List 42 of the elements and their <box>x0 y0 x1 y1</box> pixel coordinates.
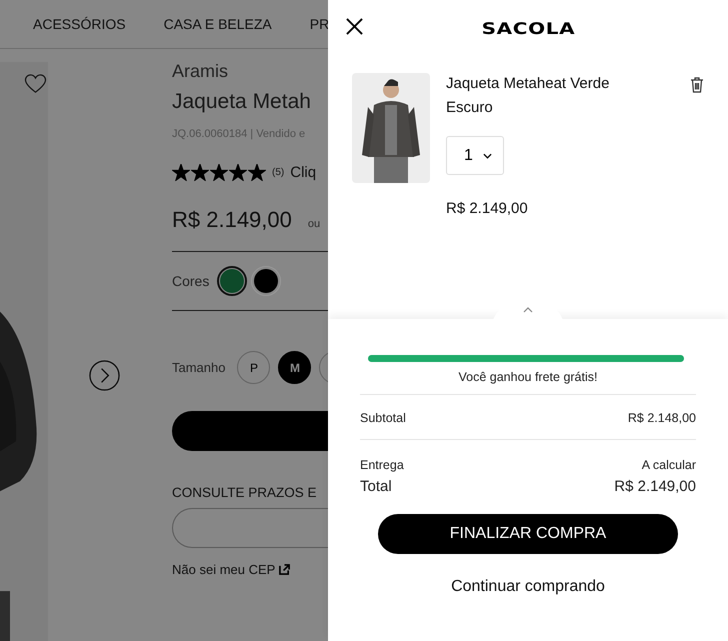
next-arrow-button[interactable] <box>89 360 120 391</box>
summary-label: Subtotal <box>360 411 406 425</box>
summary-label: Entrega <box>360 458 404 472</box>
caret-icon <box>482 152 492 158</box>
cep-link[interactable]: Não sei meu CEP <box>172 562 276 577</box>
size-option[interactable]: P <box>237 351 270 384</box>
quantity-select[interactable]: 1 <box>446 136 504 175</box>
color-swatch[interactable] <box>217 266 248 296</box>
external-link-icon <box>279 564 290 575</box>
product-title: Jaqueta Metah <box>172 90 312 114</box>
star-icon <box>172 164 190 181</box>
size-label: Tamanho <box>172 360 226 375</box>
checkout-button[interactable]: FINALIZAR COMPRA <box>378 514 678 554</box>
shipping-message: Você ganhou frete grátis! <box>458 370 598 384</box>
shipping-heading: CONSULTE PRAZOS E <box>172 485 318 500</box>
product-price: R$ 2.149,00 <box>172 207 292 233</box>
star-icon <box>229 164 247 181</box>
star-icon <box>191 164 209 181</box>
heart-icon[interactable] <box>24 74 47 94</box>
close-icon[interactable] <box>346 18 363 35</box>
bag-title: SACOLA <box>481 18 575 38</box>
trash-icon[interactable] <box>690 77 704 93</box>
brand-name: Aramis <box>172 61 230 82</box>
color-swatch[interactable] <box>251 266 282 296</box>
size-option[interactable]: M <box>278 351 312 384</box>
star-icon <box>210 164 228 181</box>
continue-shopping-link[interactable]: Continuar comprando <box>451 578 605 596</box>
add-to-bag-button[interactable] <box>172 411 328 451</box>
cep-input-field[interactable] <box>172 508 328 548</box>
item-name: Jaqueta Metaheat Verde Escuro <box>446 74 610 118</box>
summary-value: A calcular <box>642 458 696 472</box>
summary-value: R$ 2.148,00 <box>628 411 696 425</box>
nav-link[interactable]: ACESSÓRIOS <box>33 16 126 32</box>
summary-value: R$ 2.149,00 <box>614 478 696 495</box>
review-count: (5) <box>272 167 284 178</box>
installments-text: ou <box>308 218 320 230</box>
colors-label: Cores <box>172 273 210 289</box>
item-price: R$ 2.149,00 <box>446 200 529 217</box>
nav-link[interactable]: CASA E BELEZA <box>164 16 272 32</box>
reviews-link[interactable]: Cliq <box>290 164 316 181</box>
summary-label: Total <box>360 478 392 495</box>
star-icon <box>248 164 266 181</box>
